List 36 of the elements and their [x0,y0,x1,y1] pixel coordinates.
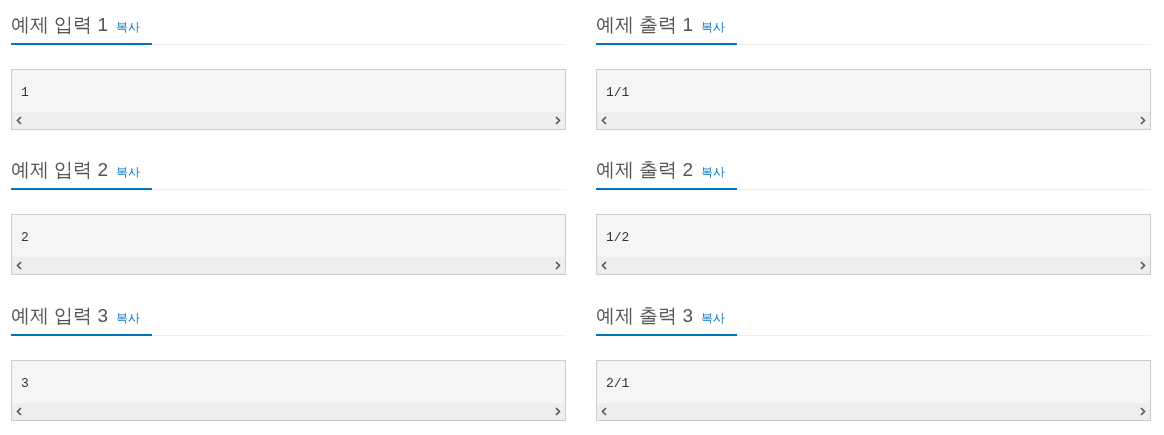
scroll-left-icon[interactable] [16,116,22,125]
scroll-right-icon[interactable] [1140,261,1146,271]
section-title: 예제 입력 3 [11,303,109,328]
sample-text: 1/1 [605,84,631,102]
scroll-right-icon[interactable] [1140,406,1146,416]
copy-link[interactable]: 복사 [701,18,726,36]
horizontal-scrollbar[interactable] [597,112,1150,129]
scroll-left-icon[interactable] [601,261,607,271]
section-title: 예제 입력 1 [11,13,109,37]
scroll-left-icon[interactable] [601,406,607,416]
section-title: 예제 출력 3 [596,303,694,328]
horizontal-scrollbar[interactable] [12,112,565,129]
scroll-left-icon[interactable] [16,261,22,271]
section-title: 예제 입력 2 [11,158,109,183]
horizontal-scrollbar[interactable] [597,257,1150,275]
scroll-right-icon[interactable] [555,406,561,416]
sample-text: 1/2 [605,229,631,248]
copy-link[interactable]: 복사 [701,308,726,327]
sample-text: 1 [20,84,30,102]
scroll-left-icon[interactable] [16,406,22,416]
sample-text: 2/1 [605,374,631,393]
copy-link[interactable]: 복사 [116,163,141,182]
horizontal-scrollbar[interactable] [12,402,565,420]
copy-link[interactable]: 복사 [116,308,141,327]
scroll-right-icon[interactable] [555,116,561,125]
sample-text: 2 [20,229,30,248]
scroll-left-icon[interactable] [601,116,607,125]
sample-text: 3 [20,374,30,393]
scroll-right-icon[interactable] [1140,116,1146,125]
copy-link[interactable]: 복사 [116,18,141,36]
section-title: 예제 출력 2 [596,158,694,183]
section-title: 예제 출력 1 [596,13,694,37]
scroll-right-icon[interactable] [555,261,561,271]
horizontal-scrollbar[interactable] [597,402,1150,420]
horizontal-scrollbar[interactable] [12,257,565,275]
copy-link[interactable]: 복사 [701,163,726,182]
